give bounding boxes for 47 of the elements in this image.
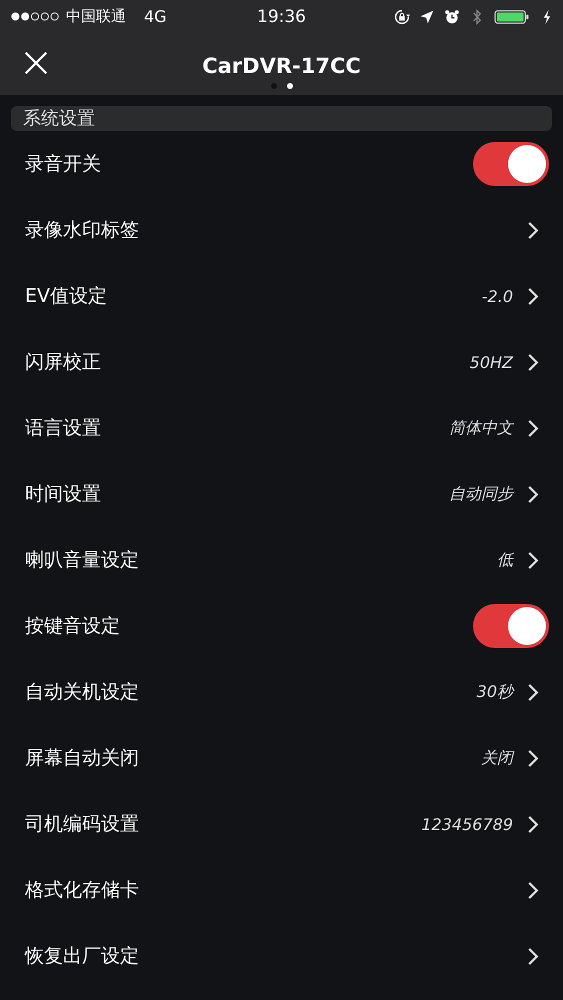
toggle-switch[interactable] (473, 604, 549, 648)
setting-label: 录音开关 (25, 152, 101, 177)
chevron-right-icon[interactable] (527, 286, 539, 306)
setting-label: EV值设定 (25, 284, 108, 309)
setting-value: -2.0 (482, 286, 513, 306)
chevron-right-icon[interactable] (527, 550, 539, 570)
chevron-right-icon[interactable] (527, 418, 539, 438)
setting-label: 司机编码设置 (25, 812, 139, 837)
setting-value: 自动同步 (449, 484, 513, 504)
rotation-lock-icon (394, 8, 410, 24)
status-time: 19:36 (257, 6, 306, 26)
alarm-clock-icon (444, 8, 460, 24)
setting-value: 50HZ (470, 352, 513, 372)
setting-label: 闪屏校正 (25, 350, 101, 375)
setting-value: 30秒 (476, 682, 513, 702)
chevron-right-icon[interactable] (527, 748, 539, 768)
battery-icon (494, 8, 530, 24)
setting-label: 时间设置 (25, 482, 101, 507)
chevron-right-icon[interactable] (527, 880, 539, 900)
setting-label: 按键音设定 (25, 614, 120, 639)
chevron-right-icon[interactable] (527, 352, 539, 372)
setting-label: 自动关机设定 (25, 680, 139, 705)
page-indicator-dot[interactable] (286, 82, 292, 88)
toggle-switch[interactable] (473, 142, 549, 186)
location-arrow-icon (419, 8, 435, 24)
signal-icon (10, 11, 60, 22)
setting-value: 低 (497, 550, 513, 570)
window-title: CarDVR-17CC (202, 54, 361, 78)
setting-value: 123456789 (421, 814, 513, 834)
carrier-name: 中国联通 (66, 7, 126, 26)
setting-label: 语言设置 (25, 416, 101, 441)
chevron-right-icon[interactable] (527, 682, 539, 702)
setting-label: 恢复出厂设定 (25, 944, 139, 969)
section-header: 系统设置 (11, 106, 552, 131)
chevron-right-icon[interactable] (527, 484, 539, 504)
setting-label: 格式化存储卡 (25, 878, 139, 903)
chevron-right-icon[interactable] (527, 814, 539, 834)
setting-label: 屏幕自动关闭 (25, 746, 139, 771)
network-type: 4G (144, 7, 167, 26)
close-icon[interactable] (24, 51, 48, 75)
setting-label: 喇叭音量设定 (25, 548, 139, 573)
setting-label: 录像水印标签 (25, 218, 139, 243)
setting-value: 简体中文 (449, 418, 513, 438)
chevron-right-icon[interactable] (527, 220, 539, 240)
chevron-right-icon[interactable] (527, 946, 539, 966)
page-indicator-dot[interactable] (270, 82, 276, 88)
setting-value: 关闭 (481, 748, 513, 768)
